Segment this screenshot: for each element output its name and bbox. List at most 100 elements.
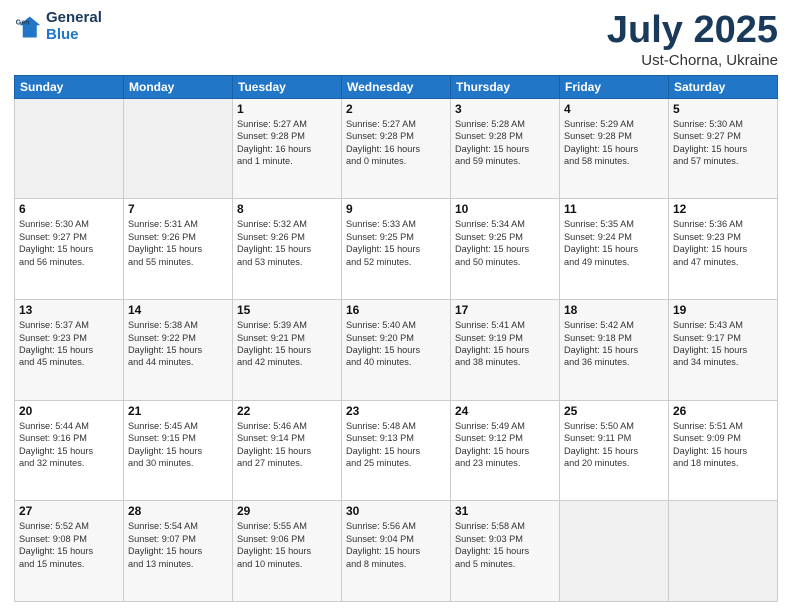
day-number: 5 [673, 102, 773, 116]
day-info: Sunrise: 5:38 AM Sunset: 9:22 PM Dayligh… [128, 319, 228, 369]
calendar-table: SundayMondayTuesdayWednesdayThursdayFrid… [14, 75, 778, 602]
calendar-cell: 5 Sunrise: 5:30 AM Sunset: 9:27 PM Daylig… [669, 98, 778, 199]
day-number: 3 [455, 102, 555, 116]
day-info: Sunrise: 5:44 AM Sunset: 9:16 PM Dayligh… [19, 420, 119, 470]
day-number: 22 [237, 404, 337, 418]
calendar-cell [15, 98, 124, 199]
calendar-cell: 2 Sunrise: 5:27 AM Sunset: 9:28 PM Daylig… [342, 98, 451, 199]
calendar-cell: 1 Sunrise: 5:27 AM Sunset: 9:28 PM Daylig… [233, 98, 342, 199]
day-number: 26 [673, 404, 773, 418]
calendar-week-2: 6Sunrise: 5:30 AM Sunset: 9:27 PM Daylig… [15, 199, 778, 300]
day-number: 15 [237, 303, 337, 317]
page: Gen General Blue July 2025 Ust-Chorna, U… [0, 0, 792, 612]
day-info: Sunrise: 5:46 AM Sunset: 9:14 PM Dayligh… [237, 420, 337, 470]
calendar-cell: 14 Sunrise: 5:38 AM Sunset: 9:22 PM Dayli… [124, 300, 233, 401]
calendar-cell: 18 Sunrise: 5:42 AM Sunset: 9:18 PM Dayli… [560, 300, 669, 401]
day-number: 30 [346, 504, 446, 518]
day-info: Sunrise: 5:49 AM Sunset: 9:12 PM Dayligh… [455, 420, 555, 470]
day-number: 21 [128, 404, 228, 418]
calendar-header-row: SundayMondayTuesdayWednesdayThursdayFrid… [15, 75, 778, 98]
calendar-body: 1 Sunrise: 5:27 AM Sunset: 9:28 PM Daylig… [15, 98, 778, 601]
calendar-cell: 7Sunrise: 5:31 AM Sunset: 9:26 PM Daylig… [124, 199, 233, 300]
calendar-week-3: 13Sunrise: 5:37 AM Sunset: 9:23 PM Dayli… [15, 300, 778, 401]
day-info: Sunrise: 5:29 AM Sunset: 9:28 PM Dayligh… [564, 118, 664, 168]
calendar-cell: 28Sunrise: 5:54 AM Sunset: 9:07 PM Dayli… [124, 501, 233, 602]
day-info: Sunrise: 5:43 AM Sunset: 9:17 PM Dayligh… [673, 319, 773, 369]
day-number: 23 [346, 404, 446, 418]
calendar-week-4: 20 Sunrise: 5:44 AM Sunset: 9:16 PM Dayli… [15, 400, 778, 501]
day-info: Sunrise: 5:27 AM Sunset: 9:28 PM Dayligh… [237, 118, 337, 168]
calendar-cell: 25 Sunrise: 5:50 AM Sunset: 9:11 PM Dayli… [560, 400, 669, 501]
day-info: Sunrise: 5:41 AM Sunset: 9:19 PM Dayligh… [455, 319, 555, 369]
day-info: Sunrise: 5:45 AM Sunset: 9:15 PM Dayligh… [128, 420, 228, 470]
day-number: 14 [128, 303, 228, 317]
day-info: Sunrise: 5:39 AM Sunset: 9:21 PM Dayligh… [237, 319, 337, 369]
day-number: 28 [128, 504, 228, 518]
calendar-cell [560, 501, 669, 602]
day-info: Sunrise: 5:42 AM Sunset: 9:18 PM Dayligh… [564, 319, 664, 369]
day-number: 20 [19, 404, 119, 418]
calendar-cell: 8 Sunrise: 5:32 AM Sunset: 9:26 PM Daylig… [233, 199, 342, 300]
calendar-cell: 16 Sunrise: 5:40 AM Sunset: 9:20 PM Dayli… [342, 300, 451, 401]
calendar-cell: 24 Sunrise: 5:49 AM Sunset: 9:12 PM Dayli… [451, 400, 560, 501]
logo-line1: General [46, 10, 102, 27]
cal-subtitle: Ust-Chorna, Ukraine [607, 52, 778, 69]
calendar-cell: 22 Sunrise: 5:46 AM Sunset: 9:14 PM Dayli… [233, 400, 342, 501]
calendar-cell: 20 Sunrise: 5:44 AM Sunset: 9:16 PM Dayli… [15, 400, 124, 501]
day-info: Sunrise: 5:55 AM Sunset: 9:06 PM Dayligh… [237, 520, 337, 570]
calendar-cell: 9 Sunrise: 5:33 AM Sunset: 9:25 PM Daylig… [342, 199, 451, 300]
day-info: Sunrise: 5:36 AM Sunset: 9:23 PM Dayligh… [673, 218, 773, 268]
col-header-sunday: Sunday [15, 75, 124, 98]
day-info: Sunrise: 5:37 AM Sunset: 9:23 PM Dayligh… [19, 319, 119, 369]
calendar-cell: 23 Sunrise: 5:48 AM Sunset: 9:13 PM Dayli… [342, 400, 451, 501]
calendar-cell: 21 Sunrise: 5:45 AM Sunset: 9:15 PM Dayli… [124, 400, 233, 501]
col-header-thursday: Thursday [451, 75, 560, 98]
day-number: 12 [673, 202, 773, 216]
day-number: 1 [237, 102, 337, 116]
calendar-cell: 26 Sunrise: 5:51 AM Sunset: 9:09 PM Dayli… [669, 400, 778, 501]
calendar-cell: 17Sunrise: 5:41 AM Sunset: 9:19 PM Dayli… [451, 300, 560, 401]
calendar-cell: 27Sunrise: 5:52 AM Sunset: 9:08 PM Dayli… [15, 501, 124, 602]
logo-icon: Gen [14, 13, 42, 41]
day-info: Sunrise: 5:56 AM Sunset: 9:04 PM Dayligh… [346, 520, 446, 570]
day-info: Sunrise: 5:28 AM Sunset: 9:28 PM Dayligh… [455, 118, 555, 168]
day-number: 29 [237, 504, 337, 518]
day-info: Sunrise: 5:33 AM Sunset: 9:25 PM Dayligh… [346, 218, 446, 268]
calendar-cell: 4 Sunrise: 5:29 AM Sunset: 9:28 PM Daylig… [560, 98, 669, 199]
calendar-cell: 15 Sunrise: 5:39 AM Sunset: 9:21 PM Dayli… [233, 300, 342, 401]
day-info: Sunrise: 5:52 AM Sunset: 9:08 PM Dayligh… [19, 520, 119, 570]
day-info: Sunrise: 5:58 AM Sunset: 9:03 PM Dayligh… [455, 520, 555, 570]
calendar-cell: 10Sunrise: 5:34 AM Sunset: 9:25 PM Dayli… [451, 199, 560, 300]
calendar-cell: 3 Sunrise: 5:28 AM Sunset: 9:28 PM Daylig… [451, 98, 560, 199]
day-info: Sunrise: 5:27 AM Sunset: 9:28 PM Dayligh… [346, 118, 446, 168]
calendar-cell: 11Sunrise: 5:35 AM Sunset: 9:24 PM Dayli… [560, 199, 669, 300]
day-info: Sunrise: 5:50 AM Sunset: 9:11 PM Dayligh… [564, 420, 664, 470]
col-header-wednesday: Wednesday [342, 75, 451, 98]
day-number: 18 [564, 303, 664, 317]
day-info: Sunrise: 5:30 AM Sunset: 9:27 PM Dayligh… [673, 118, 773, 168]
calendar-week-5: 27Sunrise: 5:52 AM Sunset: 9:08 PM Dayli… [15, 501, 778, 602]
calendar-cell: 13Sunrise: 5:37 AM Sunset: 9:23 PM Dayli… [15, 300, 124, 401]
calendar-cell: 30 Sunrise: 5:56 AM Sunset: 9:04 PM Dayli… [342, 501, 451, 602]
day-number: 6 [19, 202, 119, 216]
day-number: 25 [564, 404, 664, 418]
day-info: Sunrise: 5:32 AM Sunset: 9:26 PM Dayligh… [237, 218, 337, 268]
day-info: Sunrise: 5:40 AM Sunset: 9:20 PM Dayligh… [346, 319, 446, 369]
day-number: 9 [346, 202, 446, 216]
col-header-tuesday: Tuesday [233, 75, 342, 98]
col-header-friday: Friday [560, 75, 669, 98]
day-info: Sunrise: 5:51 AM Sunset: 9:09 PM Dayligh… [673, 420, 773, 470]
col-header-saturday: Saturday [669, 75, 778, 98]
calendar-cell: 12 Sunrise: 5:36 AM Sunset: 9:23 PM Dayli… [669, 199, 778, 300]
calendar-cell: 31Sunrise: 5:58 AM Sunset: 9:03 PM Dayli… [451, 501, 560, 602]
cal-title: July 2025 [607, 10, 778, 52]
calendar-cell [124, 98, 233, 199]
day-number: 16 [346, 303, 446, 317]
day-number: 8 [237, 202, 337, 216]
day-number: 2 [346, 102, 446, 116]
day-number: 4 [564, 102, 664, 116]
col-header-monday: Monday [124, 75, 233, 98]
title-block: July 2025 Ust-Chorna, Ukraine [607, 10, 778, 69]
day-info: Sunrise: 5:48 AM Sunset: 9:13 PM Dayligh… [346, 420, 446, 470]
day-number: 24 [455, 404, 555, 418]
